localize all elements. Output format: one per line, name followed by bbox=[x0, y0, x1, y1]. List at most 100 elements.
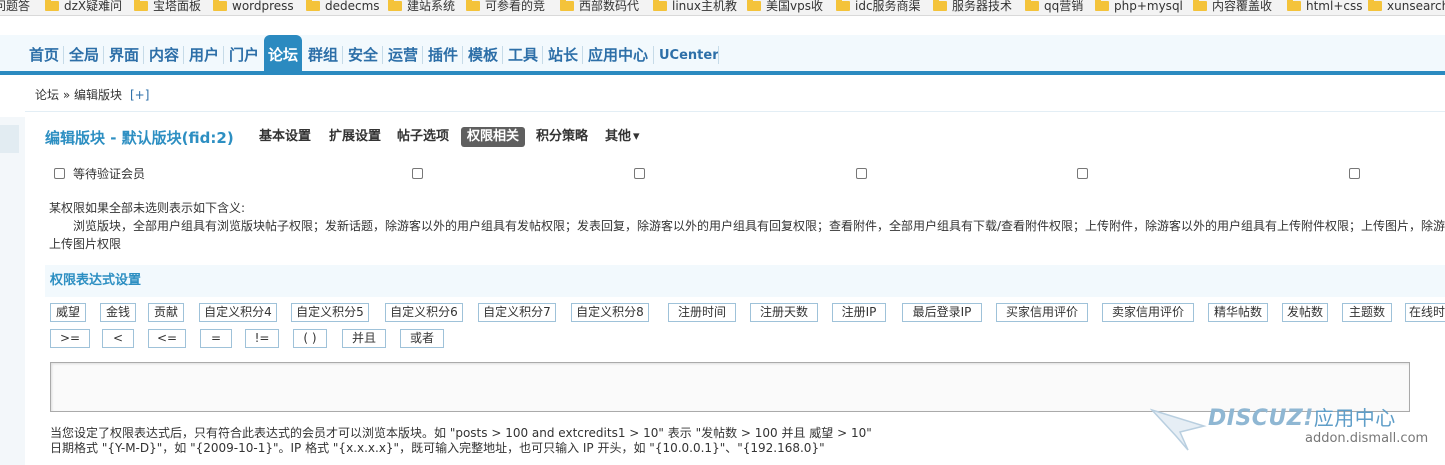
expr-var-button[interactable]: 主题数 bbox=[1342, 303, 1392, 322]
bookmark-item[interactable]: xunsearch bbox=[1368, 0, 1445, 15]
nav-webmaster[interactable]: 站长 bbox=[547, 43, 579, 67]
bookmark-label: 美国vps收 bbox=[766, 0, 823, 13]
permission-note-detail: 浏览版块，全部用户组具有浏览版块帖子权限；发新话题，除游客以外的用户组具有发帖权… bbox=[73, 219, 1445, 233]
expr-var-button[interactable]: 买家信用评价 bbox=[996, 303, 1088, 322]
nav-divider bbox=[718, 46, 719, 64]
nav-users[interactable]: 用户 bbox=[188, 43, 220, 67]
expr-op-button[interactable]: <= bbox=[148, 329, 186, 348]
expression-section-heading: 权限表达式设置 bbox=[45, 265, 1445, 297]
permission-note-heading: 某权限如果全部未选则表示如下含义: bbox=[49, 201, 246, 215]
expr-var-button[interactable]: 在线时 bbox=[1405, 303, 1445, 322]
nav-home[interactable]: 首页 bbox=[28, 43, 60, 67]
bookmark-item[interactable]: dzX疑难问 bbox=[45, 0, 122, 15]
expr-var-button[interactable]: 威望 bbox=[50, 303, 86, 322]
expr-var-button[interactable]: 自定义积分7 bbox=[478, 303, 556, 322]
permission-checkbox[interactable] bbox=[856, 168, 867, 179]
nav-security[interactable]: 安全 bbox=[347, 43, 379, 67]
expr-op-button[interactable]: = bbox=[200, 329, 232, 348]
add-shortcut-link[interactable]: [+] bbox=[130, 88, 149, 102]
expr-op-button[interactable]: >= bbox=[50, 329, 90, 348]
nav-divider bbox=[653, 46, 654, 64]
tab-basic-settings[interactable]: 基本设置 bbox=[259, 127, 311, 147]
bookmark-item[interactable]: html+css bbox=[1287, 0, 1363, 15]
tab-post-options[interactable]: 帖子选项 bbox=[397, 127, 449, 147]
sidebar-highlight[interactable] bbox=[0, 125, 19, 153]
nav-tools[interactable]: 工具 bbox=[507, 43, 539, 67]
bookmark-label: wordpress bbox=[232, 0, 294, 13]
expr-op-button[interactable]: ( ) bbox=[293, 329, 327, 348]
expr-op-button[interactable]: 或者 bbox=[400, 329, 444, 348]
nav-groups[interactable]: 群组 bbox=[307, 43, 339, 67]
expr-var-button[interactable]: 注册时间 bbox=[668, 303, 736, 322]
expr-var-button[interactable]: 贡献 bbox=[148, 303, 184, 322]
bookmark-label: 可参看的竞 bbox=[485, 0, 546, 13]
expr-var-button[interactable]: 自定义积分4 bbox=[199, 303, 277, 322]
expr-var-button[interactable]: 注册IP bbox=[832, 303, 886, 322]
bookmarks-bar: 问题答 dzX疑难问 宝塔面板 wordpress dedecms 建站系统 可… bbox=[0, 0, 1445, 16]
folder-icon bbox=[1095, 0, 1109, 11]
bookmark-item[interactable]: 服务器技术 bbox=[933, 0, 1013, 15]
bookmark-label: xunsearch bbox=[1387, 0, 1445, 13]
bookmark-item[interactable]: 可参看的竞 bbox=[466, 0, 546, 15]
expr-op-button[interactable]: 并且 bbox=[342, 329, 386, 348]
folder-icon bbox=[466, 0, 480, 11]
bookmark-item[interactable]: idc服务商渠 bbox=[836, 0, 921, 15]
nav-interface[interactable]: 界面 bbox=[108, 43, 140, 67]
watermark-brand-suffix: 应用中心 bbox=[1313, 406, 1396, 430]
bookmark-item[interactable]: 问题答 bbox=[0, 0, 31, 15]
bookmark-label: linux主机教 bbox=[672, 0, 737, 13]
bookmark-item[interactable]: dedecms bbox=[306, 0, 380, 15]
nav-forum[interactable]: 论坛 bbox=[264, 35, 303, 71]
expr-var-button[interactable]: 金钱 bbox=[100, 303, 136, 322]
nav-operations[interactable]: 运营 bbox=[387, 43, 419, 67]
nav-app-center[interactable]: 应用中心 bbox=[587, 43, 649, 67]
expr-var-button[interactable]: 注册天数 bbox=[750, 303, 818, 322]
permission-checkbox[interactable] bbox=[1077, 168, 1088, 179]
bookmark-item[interactable]: qq营销 bbox=[1025, 0, 1083, 15]
nav-templates[interactable]: 模板 bbox=[467, 43, 499, 67]
folder-icon bbox=[213, 0, 227, 11]
bookmark-item[interactable]: 宝塔面板 bbox=[134, 0, 202, 15]
nav-global[interactable]: 全局 bbox=[68, 43, 100, 67]
expr-var-button[interactable]: 卖家信用评价 bbox=[1102, 303, 1194, 322]
nav-portal[interactable]: 门户 bbox=[228, 43, 260, 67]
checkbox-label: 等待验证会员 bbox=[73, 167, 146, 181]
folder-icon bbox=[388, 0, 402, 11]
watermark: DISCUZ!应用中心 addon.dismall.com bbox=[1150, 398, 1445, 465]
checkbox-pending-member[interactable] bbox=[54, 168, 65, 179]
nav-ucenter[interactable]: UCenter bbox=[658, 44, 720, 68]
expr-var-button[interactable]: 发帖数 bbox=[1282, 303, 1328, 322]
bookmark-item[interactable]: 美国vps收 bbox=[747, 0, 823, 15]
expr-var-button[interactable]: 最后登录IP bbox=[902, 303, 982, 322]
bookmark-label: 宝塔面板 bbox=[153, 0, 202, 13]
permission-checkbox[interactable] bbox=[634, 168, 645, 179]
permission-checkbox[interactable] bbox=[1349, 168, 1360, 179]
nav-divider bbox=[382, 46, 383, 64]
tab-permissions[interactable]: 权限相关 bbox=[461, 127, 526, 147]
expr-op-button[interactable]: < bbox=[102, 329, 134, 348]
tab-extended-settings[interactable]: 扩展设置 bbox=[329, 127, 381, 147]
folder-icon bbox=[1025, 0, 1039, 11]
expr-var-button[interactable]: 自定义积分6 bbox=[385, 303, 463, 322]
bookmark-item[interactable]: 西部数码代 bbox=[560, 0, 639, 15]
expr-var-button[interactable]: 自定义积分8 bbox=[571, 303, 649, 322]
expr-op-button[interactable]: != bbox=[245, 329, 279, 348]
tab-other[interactable]: 其他 ▾ bbox=[605, 127, 640, 147]
permission-checkbox[interactable] bbox=[412, 168, 423, 179]
expr-var-button[interactable]: 精华帖数 bbox=[1208, 303, 1268, 322]
bookmark-item[interactable]: 建站系统 bbox=[388, 0, 455, 15]
bookmark-item[interactable]: 内容覆盖收 bbox=[1193, 0, 1272, 15]
nav-divider bbox=[462, 46, 463, 64]
breadcrumb-path: 论坛 » 编辑版块 bbox=[35, 88, 122, 102]
tab-credit-policy[interactable]: 积分策略 bbox=[536, 127, 588, 147]
nav-content[interactable]: 内容 bbox=[148, 43, 180, 67]
nav-plugins[interactable]: 插件 bbox=[427, 43, 459, 67]
expr-var-button[interactable]: 自定义积分5 bbox=[291, 303, 369, 322]
folder-icon bbox=[747, 0, 761, 11]
folder-icon bbox=[933, 0, 947, 11]
bookmark-item[interactable]: linux主机教 bbox=[653, 0, 737, 15]
bookmark-item[interactable]: php+mysql bbox=[1095, 0, 1183, 15]
bookmark-label: 服务器技术 bbox=[952, 0, 1013, 13]
bookmark-label: 问题答 bbox=[0, 0, 31, 13]
bookmark-item[interactable]: wordpress bbox=[213, 0, 294, 15]
